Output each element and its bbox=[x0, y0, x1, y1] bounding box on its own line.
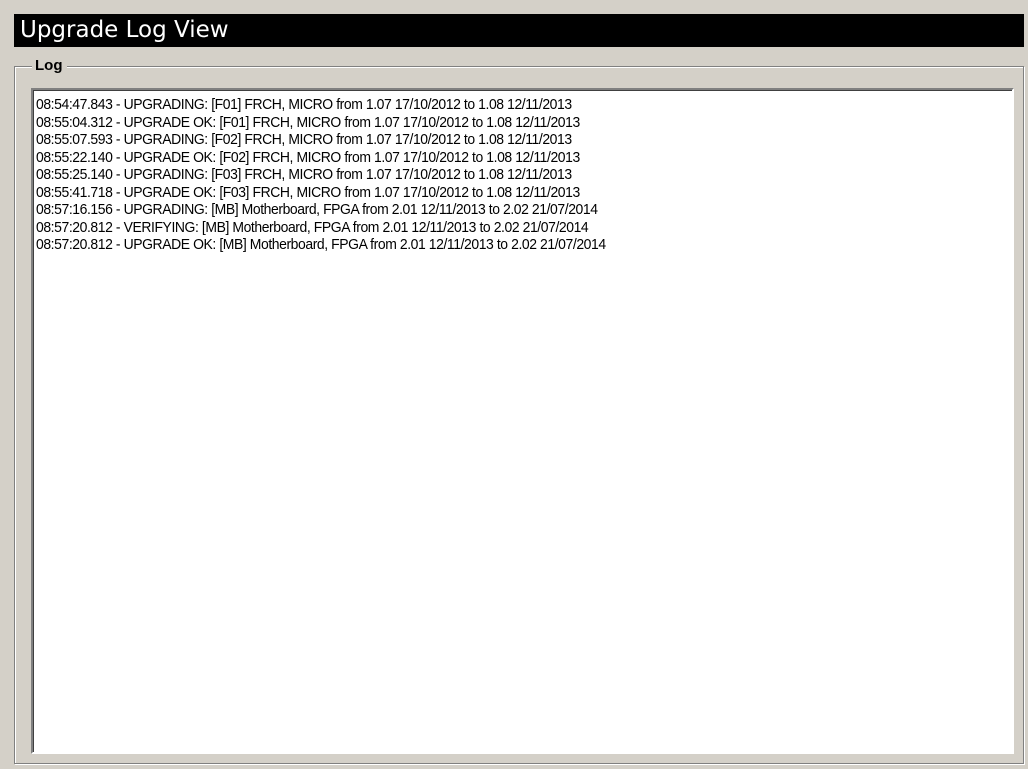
log-line: 08:55:04.312 - UPGRADE OK: [F01] FRCH, M… bbox=[36, 113, 580, 131]
log-line: 08:55:07.593 - UPGRADING: [F02] FRCH, MI… bbox=[36, 131, 572, 148]
log-line: 08:57:20.812 - UPGRADE OK: [MB] Motherbo… bbox=[36, 236, 606, 253]
log-line: 08:57:20.812 - VERIFYING: [MB] Motherboa… bbox=[36, 218, 589, 236]
window-title: Upgrade Log View bbox=[14, 14, 1024, 47]
log-line: 08:55:25.140 - UPGRADING: [F03] FRCH, MI… bbox=[36, 166, 572, 183]
log-line: 08:54:47.843 - UPGRADING: [F01] FRCH, MI… bbox=[36, 96, 572, 113]
log-group-label: Log bbox=[32, 58, 67, 74]
log-line: 08:57:16.156 - UPGRADING: [MB] Motherboa… bbox=[36, 201, 598, 218]
log-line: 08:55:41.718 - UPGRADE OK: [F03] FRCH, M… bbox=[36, 183, 580, 201]
log-text-area[interactable]: 08:54:47.843 - UPGRADING: [F01] FRCH, MI… bbox=[31, 88, 1014, 754]
log-line: 08:55:22.140 - UPGRADE OK: [F02] FRCH, M… bbox=[36, 148, 580, 166]
upgrade-log-window: Upgrade Log View Log 08:54:47.843 - UPGR… bbox=[0, 0, 1028, 769]
